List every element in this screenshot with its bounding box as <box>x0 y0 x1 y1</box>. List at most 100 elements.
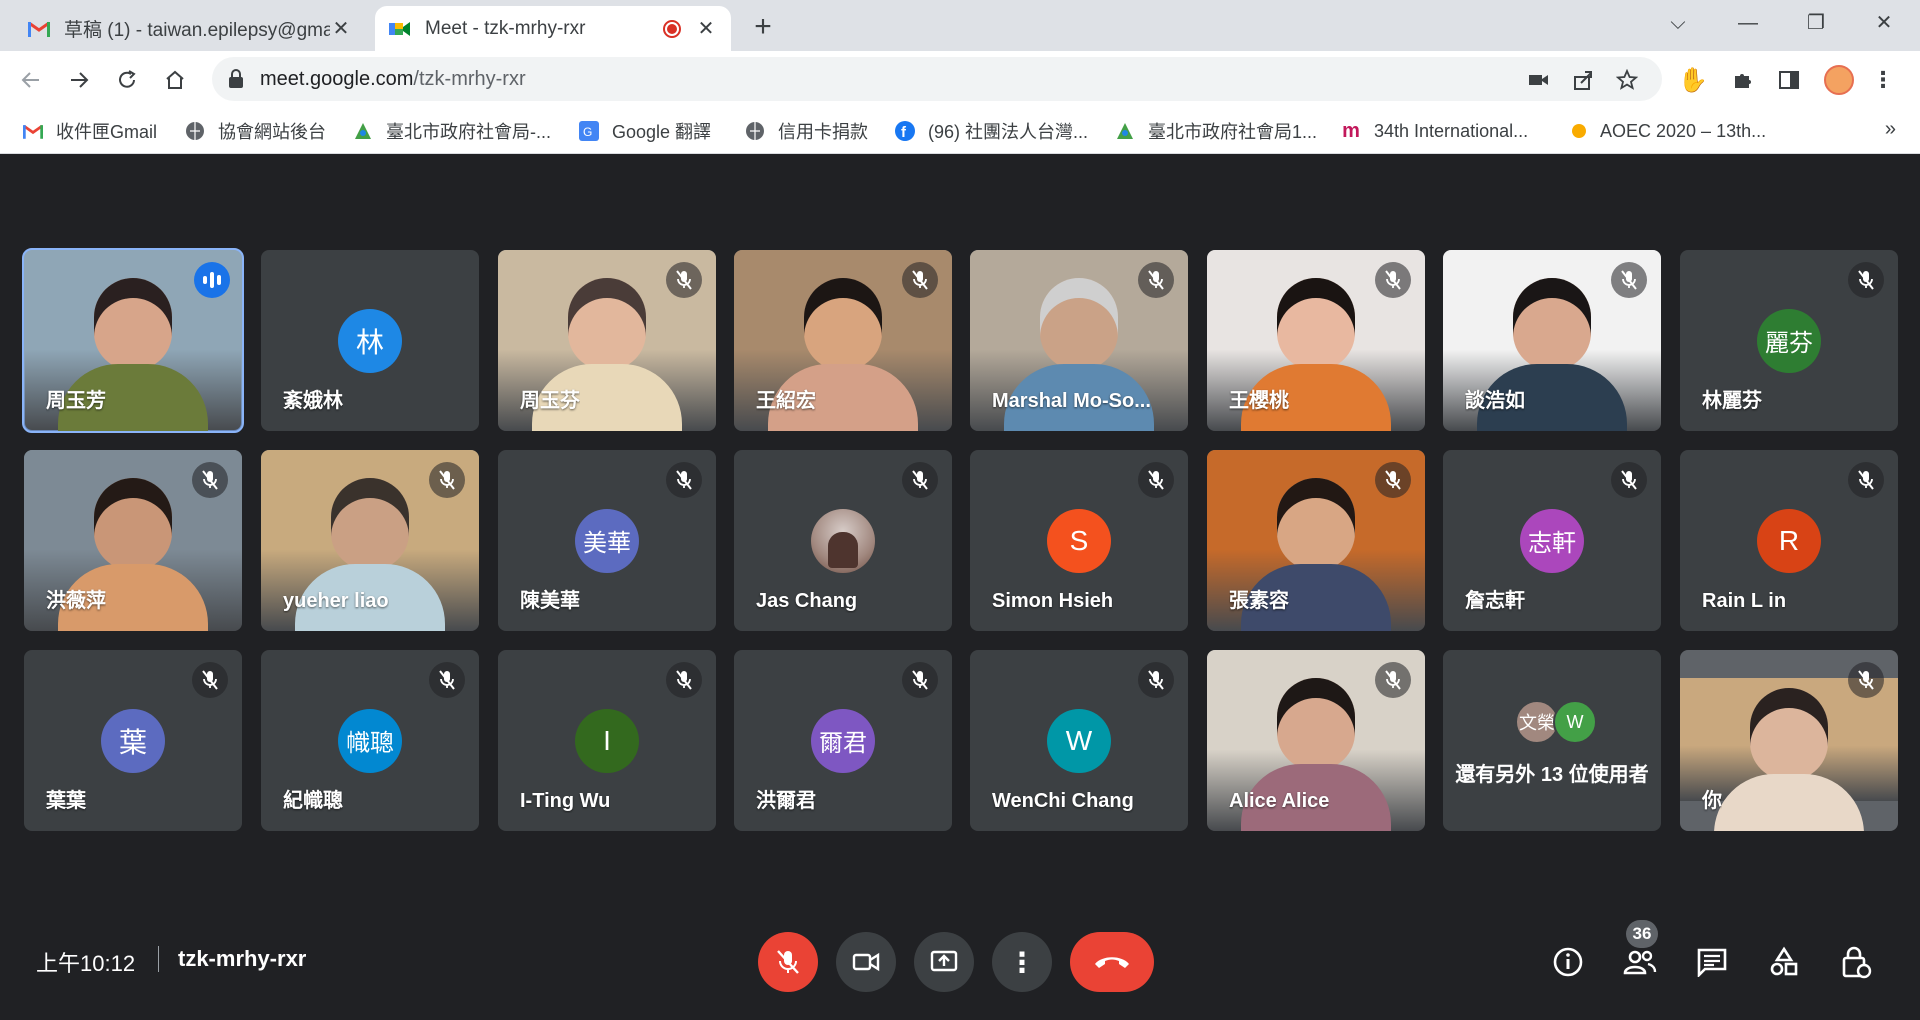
side-panel-icon[interactable] <box>1772 63 1806 97</box>
mic-toggle-button[interactable] <box>758 932 818 992</box>
browser-menu-icon[interactable]: ⋮ <box>1866 63 1900 97</box>
participant-name: Marshal Mo-So... <box>992 390 1151 412</box>
host-controls-button[interactable] <box>1834 940 1878 984</box>
more-vert-icon: ⋮ <box>1008 946 1036 978</box>
address-bar[interactable]: meet.google.com/tzk-mrhy-rxr <box>212 57 1662 101</box>
participant-name: 紀幟聰 <box>283 790 343 812</box>
participant-tile[interactable]: 周玉芳 <box>22 248 244 433</box>
bookmark-34th-international[interactable]: m 34th International... <box>1340 116 1528 146</box>
mic-muted-icon <box>666 662 702 698</box>
participant-name: 你 <box>1702 790 1722 812</box>
mic-muted-icon <box>429 662 465 698</box>
self-tile[interactable]: 你 <box>1680 650 1898 831</box>
participant-tile[interactable]: 周玉芬 <box>498 250 716 431</box>
bookmark-taipei-social-2[interactable]: 臺北市政府社會局1... <box>1114 116 1317 146</box>
restore-button[interactable]: ❐ <box>1796 8 1836 38</box>
participant-name: 洪爾君 <box>756 790 816 812</box>
participant-tile[interactable]: 幟聰 紀幟聰 <box>261 650 479 831</box>
bookmark-aoec-2020[interactable]: AOEC 2020 – 13th... <box>1566 116 1766 146</box>
participant-tile[interactable]: 麗芬 林麗芬 <box>1680 250 1898 431</box>
mic-muted-icon <box>192 662 228 698</box>
more-options-button[interactable]: ⋮ <box>992 932 1052 992</box>
participant-tile[interactable]: Jas Chang <box>734 450 952 631</box>
bookmark-label: AOEC 2020 – 13th... <box>1600 120 1767 141</box>
meeting-code: tzk-mrhy-rxr <box>178 946 307 971</box>
close-tab-icon[interactable]: ✕ <box>695 16 717 41</box>
extensions-puzzle-icon[interactable] <box>1726 63 1760 97</box>
bookmark-label: 臺北市政府社會局1... <box>1148 122 1318 142</box>
mic-muted-icon <box>1611 462 1647 498</box>
close-window-button[interactable]: ✕ <box>1864 8 1904 38</box>
avatar: 葉 <box>101 708 165 773</box>
participant-tile[interactable]: 志軒 詹志軒 <box>1443 450 1661 631</box>
lock-icon[interactable] <box>228 69 244 94</box>
mic-muted-icon <box>1611 262 1647 298</box>
forward-arrow-icon <box>71 72 89 88</box>
raise-hand-extension-icon[interactable]: ✋ <box>1676 63 1710 97</box>
tab-meet[interactable]: Meet - tzk-mrhy-rxr ✕ <box>375 6 731 51</box>
bookmark-taipei-social-1[interactable]: 臺北市政府社會局-... <box>352 116 551 146</box>
bookmarks-bar: 收件匣Gmail 協會網站後台 臺北市政府社會局-... G Google 翻譯 … <box>0 108 1920 154</box>
meeting-details-button[interactable] <box>1546 940 1590 984</box>
bookmark-google-translate[interactable]: G Google 翻譯 <box>578 116 711 146</box>
participant-tile[interactable]: 王紹宏 <box>734 250 952 431</box>
gmail-icon <box>22 120 44 142</box>
tab-gmail[interactable]: 草稿 (1) - taiwan.epilepsy@gmail.com ✕ <box>14 6 366 51</box>
profile-avatar-icon[interactable] <box>1822 63 1856 97</box>
present-screen-button[interactable] <box>914 932 974 992</box>
forward-button[interactable] <box>62 63 96 97</box>
mic-muted-icon <box>902 462 938 498</box>
others-tile[interactable]: 文榮 W 還有另外 13 位使用者 <box>1443 650 1661 831</box>
participant-tile[interactable]: 張素容 <box>1207 450 1425 631</box>
activities-shapes-icon <box>1770 946 1798 976</box>
participant-name: Simon Hsieh <box>992 590 1114 612</box>
minimize-button[interactable]: — <box>1728 8 1768 38</box>
url-path: /tzk-mrhy-rxr <box>413 68 526 90</box>
participant-tile[interactable]: Alice Alice <box>1207 650 1425 831</box>
share-icon[interactable] <box>1570 67 1596 93</box>
participant-tile[interactable]: I I-Ting Wu <box>498 650 716 831</box>
camera-in-use-icon[interactable] <box>1526 67 1552 93</box>
mic-muted-icon <box>666 462 702 498</box>
mic-muted-icon <box>1848 462 1884 498</box>
participant-tile[interactable]: Marshal Mo-So... <box>970 250 1188 431</box>
participant-tile[interactable]: 葉葉葉 <box>24 650 242 831</box>
hang-up-icon <box>1095 957 1129 968</box>
home-button[interactable] <box>158 63 192 97</box>
bookmark-gmail[interactable]: 收件匣Gmail <box>22 116 157 146</box>
mic-muted-icon <box>902 262 938 298</box>
bookmark-star-icon[interactable] <box>1614 67 1640 93</box>
participant-tile[interactable]: 美華 陳美華 <box>498 450 716 631</box>
participant-tile[interactable]: 談浩如 <box>1443 250 1661 431</box>
bookmark-facebook[interactable]: f (96) 社團法人台灣... <box>894 116 1088 146</box>
bookmark-association-admin[interactable]: 協會網站後台 <box>184 116 326 146</box>
close-tab-icon[interactable]: ✕ <box>330 16 352 41</box>
bookmark-label: 信用卡捐款 <box>778 122 868 142</box>
back-button[interactable] <box>14 63 48 97</box>
bookmark-label: 收件匣Gmail <box>56 122 158 142</box>
chat-button[interactable] <box>1690 940 1734 984</box>
translate-icon: G <box>578 120 600 142</box>
participant-tile[interactable]: 爾君 洪爾君 <box>734 650 952 831</box>
participant-tile[interactable]: 林紊娥林 <box>261 250 479 431</box>
bookmark-credit-card-donation[interactable]: 信用卡捐款 <box>744 116 868 146</box>
participant-tile[interactable]: R Rain L in <box>1680 450 1898 631</box>
reload-button[interactable] <box>110 63 144 97</box>
participant-tile[interactable]: 洪薇萍 <box>24 450 242 631</box>
participant-name: WenChi Chang <box>992 790 1134 812</box>
avatar: W <box>1553 700 1597 744</box>
leave-call-button[interactable] <box>1070 932 1154 992</box>
bookmark-label: 34th International... <box>1374 120 1529 141</box>
meet-icon <box>389 18 411 40</box>
new-tab-button[interactable]: + <box>748 10 778 44</box>
mic-muted-icon <box>1848 662 1884 698</box>
participant-tile[interactable]: S Simon Hsieh <box>970 450 1188 631</box>
participant-tile[interactable]: yueher liao <box>261 450 479 631</box>
participant-tile[interactable]: W WenChi Chang <box>970 650 1188 831</box>
activities-button[interactable] <box>1762 940 1806 984</box>
camera-toggle-button[interactable] <box>836 932 896 992</box>
more-bookmarks-chevron-icon[interactable]: » <box>1885 118 1896 141</box>
participant-tile[interactable]: 王櫻桃 <box>1207 250 1425 431</box>
tab-search-icon[interactable]: ⌵ <box>1658 8 1698 38</box>
camera-icon <box>852 952 880 972</box>
